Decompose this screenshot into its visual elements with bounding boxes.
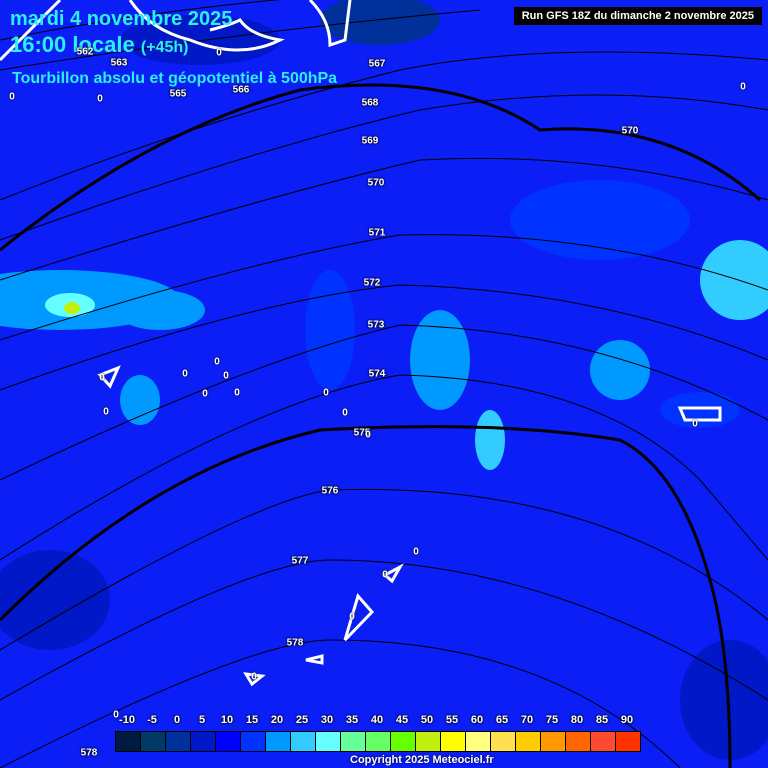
contour-label: 570	[367, 177, 385, 189]
map-subtitle: Tourbillon absolu et géopotentiel à 500h…	[12, 70, 338, 87]
zero-label: 0	[182, 368, 188, 380]
zero-label: 0	[97, 93, 103, 105]
legend-tick: 50	[420, 714, 434, 726]
contour-label: 569	[361, 135, 379, 147]
zero-label: 0	[99, 372, 105, 384]
contour-label: 566	[232, 84, 250, 96]
zero-label: 0	[214, 356, 220, 368]
legend-tick: 10	[220, 714, 234, 726]
zero-label: 0	[223, 370, 229, 382]
vorticity-fill	[0, 0, 768, 760]
contour-label: 563	[110, 57, 128, 69]
contour-label: 570	[621, 125, 639, 137]
lead-time: (+45h)	[140, 39, 189, 56]
vorticity-map	[0, 0, 768, 768]
legend-tick: 55	[445, 714, 459, 726]
legend-tick: -5	[147, 714, 157, 726]
legend-tick: 35	[345, 714, 359, 726]
contour-label: 578	[286, 637, 304, 649]
contour-label: 571	[368, 227, 386, 239]
legend-swatch	[541, 732, 566, 751]
zero-label: 0	[202, 388, 208, 400]
zero-label: 0	[382, 569, 388, 581]
contour-label: 573	[367, 319, 385, 331]
run-info: Run GFS 18Z du dimanche 2 novembre 2025	[513, 7, 762, 25]
legend-tick: 90	[620, 714, 634, 726]
legend-ticks: -10 -5 0 5 10 15 20 25 30 35 40 45 50 55 60 65 70 75 80 85 9…	[115, 714, 640, 728]
legend-swatch	[566, 732, 591, 751]
zero-label: 0	[251, 671, 257, 683]
legend-tick: 0	[173, 714, 181, 726]
contour-label: 567	[368, 58, 386, 70]
contour-label: 565	[169, 88, 187, 100]
legend-swatch	[291, 732, 316, 751]
contour-label: 574	[368, 368, 386, 380]
color-legend	[115, 731, 641, 752]
zero-label: 0	[692, 418, 698, 430]
zero-label: 0	[9, 91, 15, 103]
forecast-time: 16:00 locale (+45h)	[10, 32, 188, 58]
legend-swatch	[466, 732, 491, 751]
forecast-date: mardi 4 novembre 2025	[10, 8, 233, 30]
legend-swatch	[191, 732, 216, 751]
contour-label: 577	[291, 555, 309, 567]
zero-label: 0	[413, 546, 419, 558]
legend-tick: 80	[570, 714, 584, 726]
zero-label: 0	[216, 47, 222, 59]
legend-swatch	[616, 732, 640, 751]
local-time: 16:00 locale	[10, 32, 135, 57]
contour-label: 568	[361, 97, 379, 109]
zero-label: 0	[103, 406, 109, 418]
zero-label: 0	[342, 407, 348, 419]
legend-swatch	[491, 732, 516, 751]
legend-swatch	[316, 732, 341, 751]
contour-label: 576	[321, 485, 339, 497]
legend-swatch	[216, 732, 241, 751]
contour-label: 578	[80, 747, 98, 759]
legend-tick: 85	[595, 714, 609, 726]
legend-swatch	[116, 732, 141, 751]
legend-tick: 45	[395, 714, 409, 726]
legend-tick: 30	[320, 714, 334, 726]
zero-label: 0	[323, 387, 329, 399]
zero-label: 0	[740, 81, 746, 93]
legend-swatch	[166, 732, 191, 751]
zero-label: 0	[365, 429, 371, 441]
geopotential-contours	[0, 0, 768, 768]
legend-swatch	[391, 732, 416, 751]
legend-swatch	[416, 732, 441, 751]
zero-label: 0	[234, 387, 240, 399]
legend-tick: 65	[495, 714, 509, 726]
legend-tick: 25	[295, 714, 309, 726]
legend-swatch	[441, 732, 466, 751]
legend-swatch	[141, 732, 166, 751]
legend-tick: -10	[119, 714, 135, 726]
legend-swatch	[516, 732, 541, 751]
legend-swatch	[341, 732, 366, 751]
legend-swatch	[366, 732, 391, 751]
legend-tick: 40	[370, 714, 384, 726]
contour-label: 572	[363, 277, 381, 289]
copyright: Copyright 2025 Meteociel.fr	[350, 754, 494, 766]
legend-swatch	[591, 732, 616, 751]
legend-tick: 5	[198, 714, 206, 726]
legend-tick: 75	[545, 714, 559, 726]
legend-tick: 60	[470, 714, 484, 726]
legend-tick: 20	[270, 714, 284, 726]
legend-swatch	[241, 732, 266, 751]
legend-tick: 70	[520, 714, 534, 726]
legend-swatch	[266, 732, 291, 751]
zero-label: 0	[349, 611, 355, 623]
contour-label: 562	[76, 46, 94, 58]
legend-tick: 15	[245, 714, 259, 726]
